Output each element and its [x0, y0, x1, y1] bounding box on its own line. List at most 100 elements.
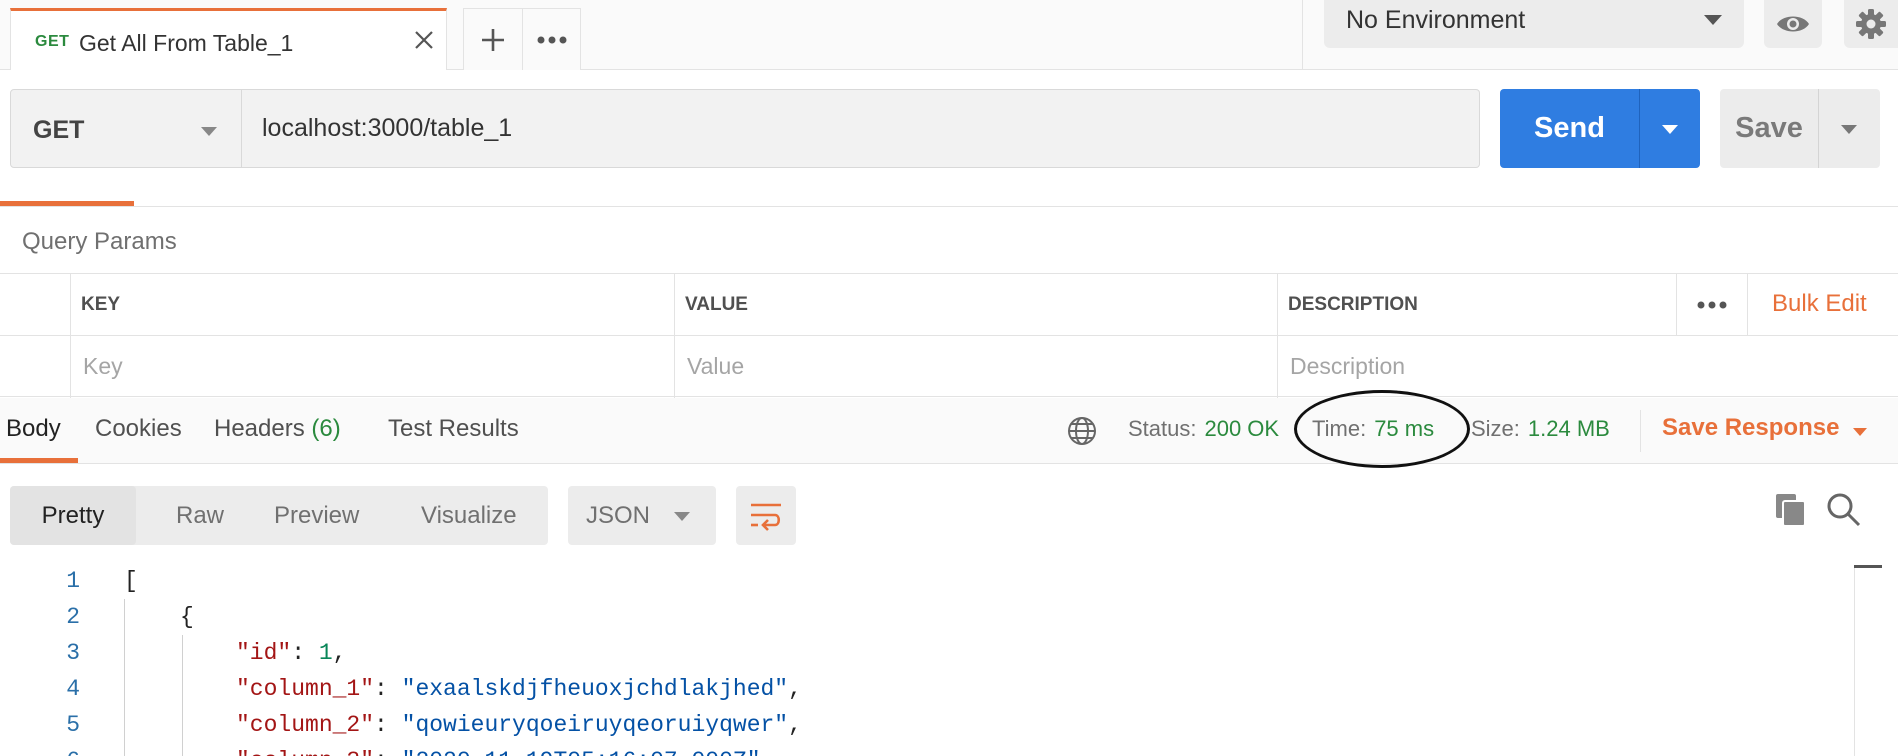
response-tab-body[interactable]: Body	[6, 415, 61, 443]
environment-quick-look-button[interactable]	[1764, 0, 1822, 48]
format-value: JSON	[586, 502, 651, 529]
json-key: "column_3"	[236, 748, 374, 756]
view-mode-raw[interactable]: Raw	[156, 486, 244, 545]
method-select[interactable]: GET	[10, 89, 242, 168]
settings-button[interactable]	[1844, 0, 1898, 48]
environment-divider	[1302, 0, 1303, 70]
gear-icon	[1856, 9, 1886, 39]
line-number: 1	[66, 568, 80, 594]
method-value: GET	[33, 116, 85, 144]
chevron-down-icon	[201, 127, 217, 136]
json-key: "id"	[236, 640, 292, 666]
json-key: "column_1"	[236, 676, 375, 702]
json-punct: ,	[788, 712, 802, 738]
chevron-down-icon	[1662, 125, 1678, 134]
param-key-input[interactable]	[71, 336, 674, 397]
params-more-icon[interactable]	[1676, 274, 1748, 336]
param-description-input[interactable]	[1278, 336, 1898, 397]
key-column-header: KEY	[70, 274, 674, 336]
response-bar: Body Cookies Headers (6) Test Results St…	[0, 398, 1898, 464]
status-value: 200 OK	[1204, 416, 1280, 441]
code-text: {	[180, 604, 194, 630]
chevron-down-icon	[1841, 125, 1857, 134]
body-view-modes: Pretty Raw Preview Visualize	[10, 486, 548, 545]
time-highlight-circle	[1294, 390, 1470, 468]
save-button[interactable]: Save	[1720, 89, 1880, 168]
request-tab-bar: GET Get All From Table_1 No Environment	[0, 0, 1898, 70]
new-tab-plus-icon[interactable]	[464, 9, 523, 70]
key-header-label: KEY	[81, 294, 121, 315]
headers-count: (6)	[311, 415, 341, 442]
code-scrollbar[interactable]	[1854, 567, 1855, 756]
size-value: 1.24 MB	[1527, 416, 1610, 441]
code-line: 2 {	[0, 599, 1850, 635]
response-size: Size: 1.24 MB	[1471, 416, 1610, 442]
tab-actions	[463, 8, 581, 70]
code-line: 1 [	[0, 563, 1850, 599]
chevron-down-icon	[674, 512, 690, 521]
wrap-lines-button[interactable]	[736, 486, 796, 545]
query-params-header-row: KEY VALUE DESCRIPTION Bulk Edit	[0, 273, 1898, 336]
request-tab-name: Get All From Table_1	[79, 30, 294, 56]
active-response-tab-indicator	[0, 458, 78, 463]
value-cell	[674, 336, 1277, 398]
request-tab[interactable]: GET Get All From Table_1	[10, 8, 447, 70]
json-string: "qowieuryqoeiruyqeoruiyqwer"	[401, 712, 789, 738]
param-value-input[interactable]	[675, 336, 1277, 397]
save-options-button[interactable]	[1818, 89, 1880, 168]
json-string: "exaalskdjfheuoxjchdlakjhed"	[401, 676, 789, 702]
format-select[interactable]: JSON	[568, 486, 716, 545]
request-subtab-divider	[0, 206, 1898, 207]
response-status: Status: 200 OK	[1128, 416, 1279, 442]
chevron-down-icon	[1704, 15, 1722, 25]
code-line: 5 "column_2": "qowieuryqoeiruyqeoruiyqwe…	[0, 707, 1850, 743]
status-label: Status:	[1128, 416, 1197, 441]
send-button[interactable]: Send	[1500, 89, 1700, 168]
search-icon[interactable]	[1826, 492, 1866, 532]
wrap-lines-icon	[751, 503, 781, 531]
save-button-label: Save	[1735, 112, 1803, 144]
response-tab-test-results[interactable]: Test Results	[388, 415, 519, 443]
tab-more-icon[interactable]	[523, 9, 581, 70]
line-number: 4	[66, 676, 80, 702]
url-bar: GET Send Save	[0, 70, 1898, 190]
json-string: "2020-11-19T05:16:07.000Z"	[402, 748, 761, 756]
query-params-table: KEY VALUE DESCRIPTION Bulk Edit	[0, 273, 1898, 398]
code-text: [	[124, 568, 138, 594]
code-scrollbar-thumb[interactable]	[1854, 565, 1882, 568]
send-options-button[interactable]	[1639, 89, 1700, 168]
description-header-label: DESCRIPTION	[1288, 294, 1418, 315]
description-cell	[1277, 336, 1898, 398]
query-params-title: Query Params	[22, 228, 177, 255]
response-tab-cookies[interactable]: Cookies	[95, 415, 182, 443]
response-divider	[1640, 410, 1641, 452]
json-key: "column_2"	[236, 712, 375, 738]
line-number: 2	[66, 604, 80, 630]
url-input[interactable]	[242, 89, 1480, 168]
close-icon[interactable]	[410, 26, 438, 54]
json-punct: ,	[788, 676, 802, 702]
save-response-button[interactable]: Save Response	[1662, 414, 1839, 442]
copy-icon[interactable]	[1774, 492, 1810, 532]
view-mode-pretty[interactable]: Pretty	[10, 486, 136, 545]
view-mode-visualize[interactable]: Visualize	[401, 486, 537, 545]
code-line: 6 "column_3": "2020-11-19T05:16:07.000Z"…	[0, 743, 1850, 756]
send-button-label: Send	[1534, 112, 1605, 144]
json-punct: ,	[761, 748, 775, 756]
eye-icon	[1777, 16, 1809, 32]
chevron-down-icon[interactable]	[1853, 428, 1867, 436]
json-number: 1	[318, 640, 333, 666]
value-column-header: VALUE	[674, 274, 1277, 336]
environment-select[interactable]: No Environment	[1324, 0, 1744, 48]
code-line: 3 "id": 1,	[0, 635, 1850, 671]
globe-icon[interactable]	[1066, 415, 1098, 447]
line-number: 5	[66, 712, 80, 738]
response-tab-headers[interactable]: Headers (6)	[214, 415, 341, 443]
bulk-edit-link[interactable]: Bulk Edit	[1772, 290, 1867, 318]
environment-selected: No Environment	[1346, 6, 1526, 34]
line-number: 6	[0, 748, 80, 756]
response-tab-headers-label: Headers	[214, 415, 305, 442]
json-punct: ,	[332, 640, 347, 666]
view-mode-preview[interactable]: Preview	[254, 486, 379, 545]
size-label: Size:	[1471, 416, 1520, 441]
